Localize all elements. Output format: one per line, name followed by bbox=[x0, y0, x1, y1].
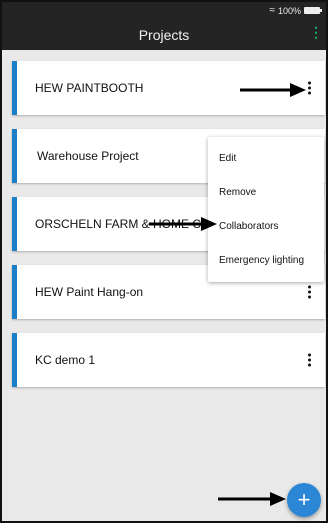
project-context-menu: Edit Remove Collaborators Emergency ligh… bbox=[208, 137, 324, 282]
overflow-menu-icon[interactable]: ⋮ bbox=[309, 25, 323, 39]
project-name: Warehouse Project bbox=[37, 149, 139, 163]
more-options-icon[interactable] bbox=[306, 80, 313, 97]
annotation-arrow-icon bbox=[240, 83, 306, 97]
wifi-icon: ≈ bbox=[269, 5, 275, 16]
menu-item-emergency-lighting[interactable]: Emergency lighting bbox=[208, 245, 324, 275]
menu-item-remove[interactable]: Remove bbox=[208, 177, 324, 207]
more-options-icon[interactable] bbox=[306, 284, 313, 301]
project-name: HEW PAINTBOOTH bbox=[35, 81, 144, 95]
more-options-icon[interactable] bbox=[306, 352, 313, 369]
menu-item-collaborators[interactable]: Collaborators bbox=[208, 211, 324, 241]
project-name: KC demo 1 bbox=[35, 353, 96, 367]
page-title: Projects bbox=[138, 27, 190, 43]
project-name: HEW Paint Hang-on bbox=[35, 285, 144, 299]
add-project-button[interactable]: + bbox=[287, 483, 321, 517]
status-bar: ≈ 100% bbox=[269, 5, 322, 16]
battery-percentage: 100% bbox=[277, 5, 301, 16]
app-bar: ≈ 100% Projects ⋮ bbox=[2, 2, 326, 50]
annotation-arrow-icon bbox=[149, 217, 217, 231]
menu-item-edit[interactable]: Edit bbox=[208, 143, 324, 173]
project-card-kc-demo-1[interactable]: KC demo 1 bbox=[12, 333, 325, 387]
app-screen: ≈ 100% Projects ⋮ HEW PAINTBOOTH Warehou… bbox=[0, 0, 328, 523]
annotation-arrow-icon bbox=[218, 492, 286, 506]
battery-icon bbox=[304, 7, 322, 14]
